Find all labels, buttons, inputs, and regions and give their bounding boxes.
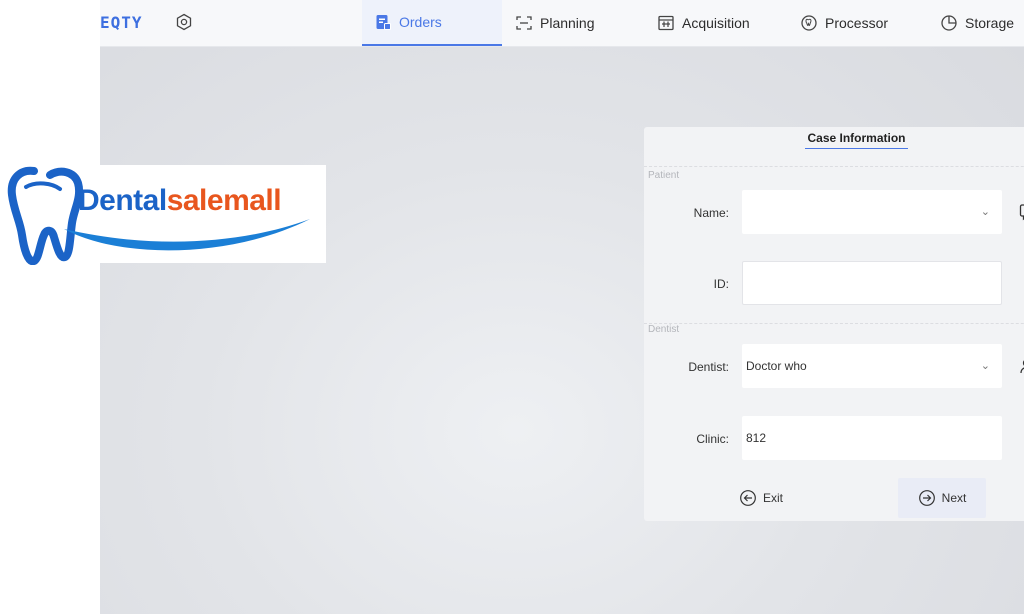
tab-processor[interactable]: Processor — [800, 0, 888, 46]
name-label: Name: — [693, 206, 729, 220]
top-navigation-bar: EQTY Orders Planning Acquisition Process… — [100, 0, 1024, 47]
dentist-label: Dentist: — [688, 360, 729, 374]
dentalsalemall-logo: Dentalsalemall — [0, 165, 326, 265]
tab-label: Planning — [540, 15, 595, 31]
tab-planning[interactable]: Planning — [515, 0, 595, 46]
acquisition-icon — [658, 15, 674, 31]
arrow-right-circle-icon — [918, 490, 935, 506]
tab-label: Orders — [399, 14, 442, 30]
patient-section-label: Patient — [648, 170, 680, 181]
logo-text-salemall: salemall — [166, 184, 282, 217]
brand-name: EQTY — [100, 13, 143, 32]
tab-label: Processor — [825, 15, 889, 31]
chevron-down-icon: ⌄ — [980, 359, 990, 372]
processor-icon — [801, 15, 817, 31]
chevron-down-icon: ⌄ — [980, 205, 990, 218]
logo-swoosh — [64, 219, 310, 251]
clinic-value: 812 — [746, 431, 767, 445]
planning-icon — [516, 16, 532, 30]
clinic-input[interactable]: 812 — [742, 416, 1002, 460]
tab-label: Storage — [965, 15, 1015, 31]
next-button[interactable]: Next — [898, 478, 986, 518]
next-label: Next — [941, 491, 967, 505]
dentist-section-label: Dentist — [648, 324, 680, 335]
tab-label: Acquisition — [682, 15, 750, 31]
id-label: ID: — [713, 277, 729, 291]
storage-icon — [941, 15, 957, 31]
tab-acquisition[interactable]: Acquisition — [657, 0, 750, 46]
divider — [644, 323, 1024, 324]
exit-label: Exit — [762, 491, 783, 505]
tab-orders[interactable]: Orders — [362, 0, 502, 46]
tab-storage[interactable]: Storage — [940, 0, 1014, 46]
divider — [644, 166, 1024, 167]
exit-button[interactable]: Exit — [726, 478, 796, 518]
id-input[interactable] — [742, 261, 1002, 305]
settings-icon[interactable] — [175, 13, 193, 31]
logo-wordmark: Dentalsalemall — [78, 184, 282, 218]
orders-icon — [376, 15, 391, 30]
case-information-card: Case Information Patient Name: ⌄ ID: Den… — [644, 127, 1024, 521]
dentist-profile-icon[interactable] — [1018, 356, 1024, 376]
dentist-value: Doctor who — [746, 359, 807, 373]
clinic-label: Clinic: — [696, 432, 729, 446]
name-dropdown[interactable]: ⌄ — [742, 190, 1002, 234]
arrow-left-circle-icon — [740, 490, 756, 506]
app-window: EQTY Orders Planning Acquisition Process… — [100, 0, 1024, 614]
notes-icon[interactable] — [1018, 202, 1024, 222]
logo-text-dental: Dental — [78, 184, 167, 217]
dentist-dropdown[interactable]: Doctor who ⌄ — [742, 344, 1002, 388]
card-title: Case Information — [805, 131, 908, 149]
